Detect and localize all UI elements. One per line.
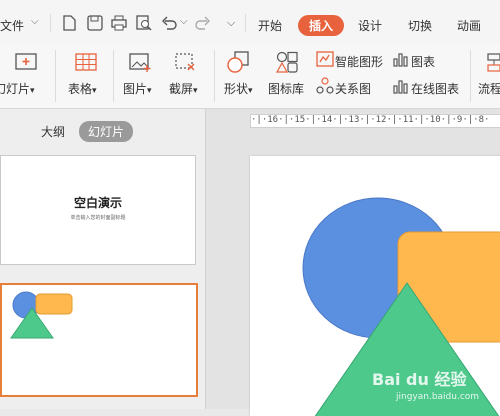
picture-icon (129, 53, 151, 72)
slide-2-shapes (10, 291, 73, 339)
dropdown-arrow-icon: ▾ (147, 86, 152, 96)
flowchart-button[interactable]: 流程 (478, 80, 500, 97)
online-chart-icon (393, 80, 408, 94)
watermark-url: jingyan.baidu.com (396, 392, 480, 402)
smartart-icon (316, 51, 334, 67)
dropdown-arrow-icon: ▾ (92, 86, 97, 96)
screenshot-button[interactable]: 截屏▾ (169, 80, 198, 97)
customize-quick-access-icon[interactable]: ⌵ (227, 16, 235, 30)
file-dropdown-icon[interactable]: ⌵ (31, 16, 39, 27)
relation-diagram-icon (316, 77, 334, 94)
tab-slides[interactable]: 幻灯片 (79, 121, 134, 142)
chart-icon (393, 53, 408, 67)
redo-icon[interactable] (195, 15, 211, 31)
separator (245, 14, 246, 32)
undo-icon[interactable] (161, 15, 177, 31)
icon-library-icon (275, 51, 298, 73)
table-button[interactable]: 表格▾ (68, 80, 97, 97)
horizontal-ruler: ·|·16·|·15·|·14·|·13·|·12·|·11·|·10·|·9·… (250, 114, 500, 128)
save-icon[interactable] (87, 15, 103, 31)
online-chart-button[interactable]: 在线图表 (411, 80, 459, 97)
watermark-logo: Bai du 经验 (372, 370, 467, 389)
shape-button[interactable]: 形状▾ (224, 80, 253, 97)
screenshot-icon (175, 53, 195, 71)
tab-outline[interactable]: 大纲 (41, 123, 65, 140)
new-file-icon[interactable] (62, 15, 76, 31)
title-bar: 文件 ⌵ ⌵ ⌵ 开始 插入 设计 切换 动画 (0, 0, 500, 45)
slide-thumbnail-1[interactable]: 空白演示 单击输入您的封面副标题 (0, 155, 196, 265)
slide-thumbnail-pane: 大纲 幻灯片 空白演示 单击输入您的封面副标题 (0, 109, 206, 409)
tab-animation[interactable]: 动画 (457, 17, 481, 34)
dropdown-arrow-icon: ▾ (193, 86, 198, 96)
shape-icon (227, 51, 249, 73)
flowchart-icon (487, 53, 500, 72)
thumb-rectangle (35, 293, 73, 315)
ribbon-toolbar: 幻灯片▾ 表格▾ 图片▾ 截屏▾ 形状▾ 图标库 智能图形 图表 关系图 在线图… (0, 44, 500, 109)
print-preview-icon[interactable] (136, 15, 152, 31)
icon-library-button[interactable]: 图标库 (268, 80, 304, 97)
file-menu[interactable]: 文件 (0, 17, 24, 34)
separator (50, 14, 51, 32)
separator (470, 50, 471, 102)
tab-transition[interactable]: 切换 (408, 17, 432, 34)
chart-button[interactable]: 图表 (411, 53, 435, 70)
dropdown-arrow-icon: ▾ (248, 86, 253, 96)
tab-design[interactable]: 设计 (358, 17, 382, 34)
new-slide-icon (15, 53, 37, 70)
smartart-icon (314, 94, 330, 110)
new-slide-button[interactable]: 幻灯片▾ (0, 80, 35, 97)
separator (214, 50, 215, 102)
slide-subtitle: 单击输入您的封面副标题 (70, 215, 126, 221)
slide-thumbnail-2[interactable] (0, 283, 198, 397)
smartart-button[interactable]: 智能图形 (335, 53, 383, 70)
tab-insert[interactable]: 插入 (298, 15, 345, 36)
relation-diagram-button[interactable]: 关系图 (335, 80, 371, 97)
slide-title: 空白演示 (73, 196, 122, 210)
picture-button[interactable]: 图片▾ (123, 80, 152, 97)
table-icon (75, 53, 97, 71)
undo-dropdown-icon[interactable]: ⌵ (180, 16, 188, 27)
print-icon[interactable] (111, 15, 127, 31)
separator (113, 50, 114, 102)
tab-home[interactable]: 开始 (258, 17, 282, 34)
dropdown-arrow-icon: ▾ (30, 86, 35, 96)
separator (55, 50, 56, 102)
